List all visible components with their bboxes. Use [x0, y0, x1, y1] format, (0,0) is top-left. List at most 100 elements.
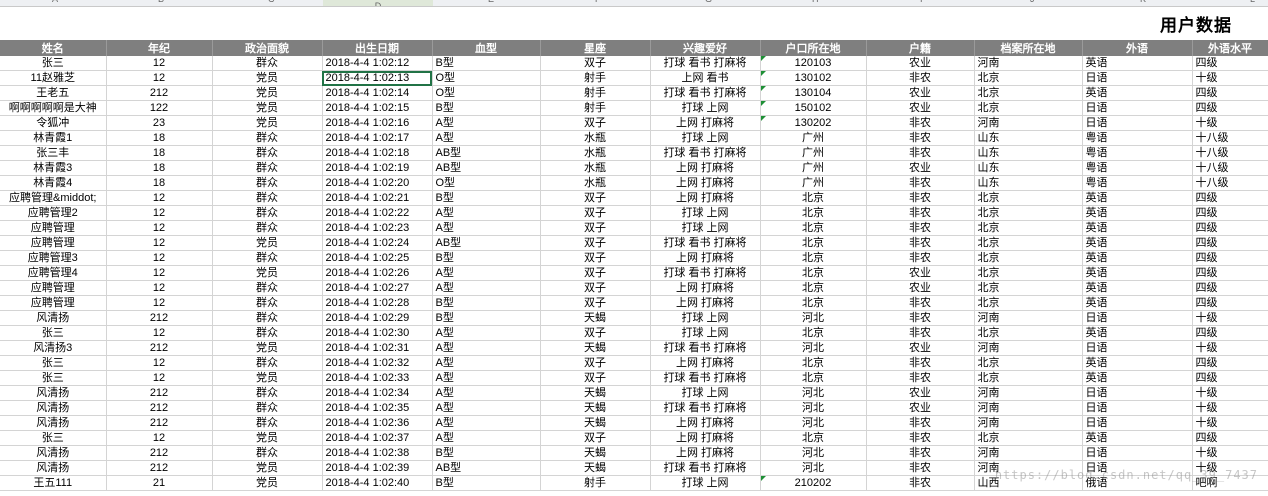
table-cell[interactable]: 11赵雅芝 — [0, 70, 107, 86]
table-cell[interactable]: A型 — [432, 400, 541, 416]
table-cell[interactable]: 打球 上网 — [650, 205, 761, 221]
table-cell[interactable]: 风清扬 — [0, 385, 107, 401]
table-cell[interactable]: 河南 — [974, 340, 1083, 356]
table-cell[interactable]: 风清扬 — [0, 415, 107, 431]
table-cell[interactable]: 应聘管理 — [0, 280, 107, 296]
table-cell[interactable]: 射手 — [540, 70, 651, 86]
table-cell[interactable]: 水瓶 — [540, 160, 651, 176]
table-cell[interactable]: B型 — [432, 100, 541, 116]
table-cell[interactable]: 北京 — [974, 220, 1083, 236]
table-cell[interactable]: 非农 — [866, 175, 975, 191]
table-cell[interactable]: 212 — [106, 85, 213, 101]
table-cell[interactable]: 张三 — [0, 370, 107, 386]
table-cell[interactable]: 群众 — [212, 280, 323, 296]
table-cell[interactable]: 射手 — [540, 100, 651, 116]
table-cell[interactable]: 2018-4-4 1:02:25 — [322, 250, 433, 266]
table-cell[interactable]: 河北 — [760, 400, 867, 416]
table-cell[interactable]: 河南 — [974, 56, 1083, 71]
table-cell[interactable]: 2018-4-4 1:02:22 — [322, 205, 433, 221]
table-cell[interactable]: 12 — [106, 220, 213, 236]
table-cell[interactable]: 水瓶 — [540, 145, 651, 161]
table-cell[interactable]: 河北 — [760, 340, 867, 356]
table-cell[interactable]: 啊啊啊啊啊是大神 — [0, 100, 107, 116]
table-cell[interactable]: 23 — [106, 115, 213, 131]
table-cell[interactable]: 非农 — [866, 430, 975, 446]
table-cell[interactable]: 12 — [106, 430, 213, 446]
table-cell[interactable]: 四级 — [1192, 56, 1268, 71]
column-letter-a[interactable]: A — [52, 0, 58, 5]
table-cell[interactable]: 张三 — [0, 355, 107, 371]
table-cell[interactable]: 非农 — [866, 115, 975, 131]
table-cell[interactable]: 群众 — [212, 145, 323, 161]
table-cell[interactable]: 粤语 — [1082, 130, 1193, 146]
table-cell[interactable]: B型 — [432, 445, 541, 461]
table-cell[interactable]: 水瓶 — [540, 175, 651, 191]
table-cell[interactable]: 四级 — [1192, 370, 1268, 386]
table-cell[interactable]: 群众 — [212, 160, 323, 176]
table-cell[interactable]: 上网 看书 — [650, 70, 761, 86]
table-cell[interactable]: A型 — [432, 430, 541, 446]
table-cell[interactable]: 应聘管理4 — [0, 265, 107, 281]
table-cell[interactable]: 北京 — [760, 205, 867, 221]
table-cell[interactable]: 风清扬3 — [0, 340, 107, 356]
table-cell[interactable]: 四级 — [1192, 100, 1268, 116]
table-cell[interactable]: 212 — [106, 340, 213, 356]
table-cell[interactable]: 十级 — [1192, 400, 1268, 416]
column-letter-j[interactable]: J — [1030, 0, 1035, 5]
table-cell[interactable]: 党员 — [212, 70, 323, 86]
table-cell[interactable]: 应聘管理 — [0, 235, 107, 251]
table-cell[interactable]: 非农 — [866, 145, 975, 161]
table-cell[interactable]: 2018-4-4 1:02:40 — [322, 475, 433, 491]
table-cell[interactable]: 四级 — [1192, 280, 1268, 296]
table-cell[interactable]: 打球 看书 打麻将 — [650, 340, 761, 356]
table-cell[interactable]: 非农 — [866, 415, 975, 431]
table-cell[interactable]: B型 — [432, 250, 541, 266]
table-cell[interactable]: 十级 — [1192, 385, 1268, 401]
table-cell[interactable]: 党员 — [212, 100, 323, 116]
table-cell[interactable]: 河南 — [974, 415, 1083, 431]
table-cell[interactable]: 党员 — [212, 235, 323, 251]
table-cell[interactable]: 群众 — [212, 415, 323, 431]
table-cell[interactable]: 北京 — [760, 220, 867, 236]
table-cell[interactable]: 非农 — [866, 295, 975, 311]
table-cell[interactable]: 群众 — [212, 295, 323, 311]
table-cell[interactable]: 12 — [106, 265, 213, 281]
table-cell[interactable]: 2018-4-4 1:02:27 — [322, 280, 433, 296]
table-cell[interactable]: 广州 — [760, 160, 867, 176]
table-cell[interactable]: 群众 — [212, 205, 323, 221]
table-cell[interactable]: A型 — [432, 220, 541, 236]
table-cell[interactable]: AB型 — [432, 145, 541, 161]
table-cell[interactable]: 2018-4-4 1:02:16 — [322, 115, 433, 131]
table-cell[interactable]: 王老五 — [0, 85, 107, 101]
table-cell[interactable]: A型 — [432, 115, 541, 131]
table-cell[interactable]: 射手 — [540, 475, 651, 491]
table-cell[interactable]: 四级 — [1192, 430, 1268, 446]
table-cell[interactable]: 粤语 — [1082, 145, 1193, 161]
table-cell[interactable]: 12 — [106, 280, 213, 296]
column-header[interactable]: 星座 — [540, 40, 651, 56]
column-header[interactable]: 出生日期 — [322, 40, 433, 56]
table-cell[interactable]: O型 — [432, 70, 541, 86]
table-cell[interactable]: 河北 — [760, 310, 867, 326]
column-header[interactable]: 外语水平 — [1192, 40, 1268, 56]
table-cell[interactable]: 2018-4-4 1:02:13 — [322, 70, 433, 86]
column-header[interactable]: 年纪 — [106, 40, 213, 56]
table-cell[interactable]: 北京 — [974, 265, 1083, 281]
table-cell[interactable]: 非农 — [866, 355, 975, 371]
table-cell[interactable]: 十八级 — [1192, 145, 1268, 161]
table-cell[interactable]: 2018-4-4 1:02:18 — [322, 145, 433, 161]
table-cell[interactable]: B型 — [432, 295, 541, 311]
table-cell[interactable]: 2018-4-4 1:02:35 — [322, 400, 433, 416]
table-cell[interactable]: 2018-4-4 1:02:31 — [322, 340, 433, 356]
column-header[interactable]: 姓名 — [0, 40, 107, 56]
table-cell[interactable]: 双子 — [540, 265, 651, 281]
table-cell[interactable]: 打球 看书 打麻将 — [650, 265, 761, 281]
table-cell[interactable]: 天蝎 — [540, 445, 651, 461]
table-cell[interactable]: 12 — [106, 70, 213, 86]
table-cell[interactable]: 应聘管理2 — [0, 205, 107, 221]
table-cell[interactable]: 北京 — [974, 205, 1083, 221]
table-cell[interactable]: AB型 — [432, 160, 541, 176]
table-cell[interactable]: 十八级 — [1192, 130, 1268, 146]
column-header[interactable]: 档案所在地 — [974, 40, 1083, 56]
table-cell[interactable]: 英语 — [1082, 235, 1193, 251]
